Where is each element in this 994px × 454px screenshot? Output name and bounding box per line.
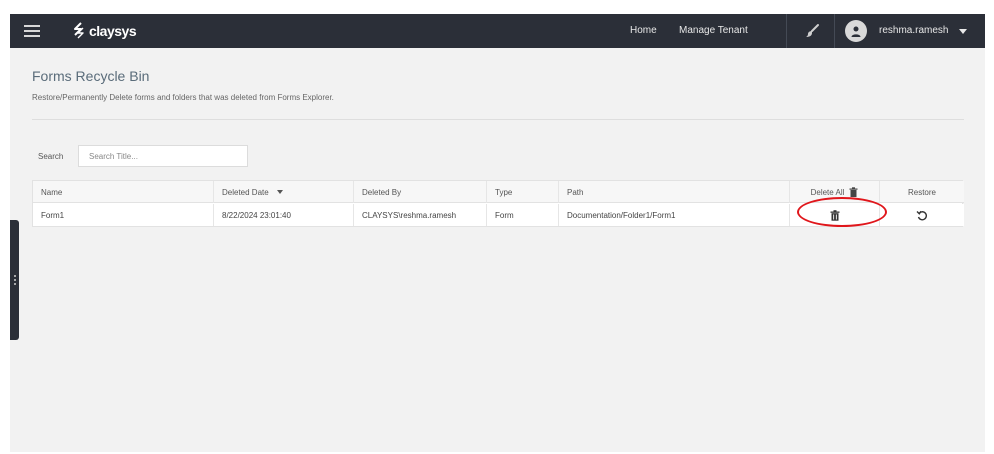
- app-frame: claysys Home Manage Tenant reshma.ramesh…: [10, 14, 985, 452]
- column-header-name[interactable]: Name: [33, 181, 214, 203]
- logo-mark-icon: [74, 22, 84, 39]
- column-header-label: Name: [41, 187, 63, 197]
- column-header-label: Deleted Date: [222, 187, 269, 197]
- person-icon: [851, 26, 861, 37]
- navbar-divider: [786, 14, 787, 48]
- menu-icon[interactable]: [24, 23, 40, 39]
- trash-icon: [849, 187, 858, 197]
- cell-type: Form: [487, 204, 559, 226]
- search-label: Search: [38, 152, 64, 161]
- claysys-logo[interactable]: claysys: [72, 21, 137, 41]
- column-header-label: Restore: [907, 187, 936, 197]
- column-header-deleted-by[interactable]: Deleted By: [354, 181, 487, 203]
- page-title: Forms Recycle Bin: [32, 68, 150, 84]
- column-header-deleted-date[interactable]: Deleted Date: [214, 181, 354, 203]
- delete-trash-icon[interactable]: [830, 209, 840, 221]
- search-input[interactable]: [78, 145, 248, 167]
- user-avatar-icon[interactable]: [845, 20, 867, 42]
- logo-text: claysys: [89, 23, 137, 39]
- column-header-label: Delete All: [810, 187, 845, 197]
- table-header-row: Name Deleted Date Deleted By Type Path D…: [33, 181, 964, 203]
- recycle-bin-table: Name Deleted Date Deleted By Type Path D…: [32, 180, 964, 227]
- column-header-label: Path: [567, 187, 584, 197]
- username-label[interactable]: reshma.ramesh: [879, 25, 948, 36]
- delete-all-button[interactable]: Delete All: [790, 181, 880, 203]
- chevron-down-icon[interactable]: [959, 29, 967, 34]
- restore-row-cell: [880, 204, 964, 226]
- table-row[interactable]: Form1 8/22/2024 23:01:40 CLAYSYS\reshma.…: [33, 204, 964, 226]
- cell-name: Form1: [33, 204, 214, 226]
- cell-path: Documentation/Folder1/Form1: [559, 204, 790, 226]
- top-navbar: claysys Home Manage Tenant reshma.ramesh: [10, 14, 985, 48]
- divider: [32, 119, 964, 120]
- column-header-type[interactable]: Type: [487, 181, 559, 203]
- delete-row-cell: [790, 204, 880, 226]
- column-header-label: Type: [495, 187, 513, 197]
- column-header-path[interactable]: Path: [559, 181, 790, 203]
- sort-desc-icon[interactable]: [276, 190, 283, 194]
- side-panel-handle[interactable]: [10, 220, 19, 340]
- nav-manage-tenant-link[interactable]: Manage Tenant: [679, 25, 748, 36]
- brush-icon[interactable]: [804, 23, 820, 39]
- page-subtitle: Restore/Permanently Delete forms and fol…: [32, 93, 334, 102]
- restore-icon[interactable]: [916, 209, 928, 221]
- cell-deleted-date: 8/22/2024 23:01:40: [214, 204, 354, 226]
- cell-deleted-by: CLAYSYS\reshma.ramesh: [354, 204, 487, 226]
- nav-home-link[interactable]: Home: [630, 25, 657, 36]
- column-header-label: Deleted By: [362, 187, 402, 197]
- navbar-divider: [834, 14, 835, 48]
- column-header-restore: Restore: [880, 181, 964, 203]
